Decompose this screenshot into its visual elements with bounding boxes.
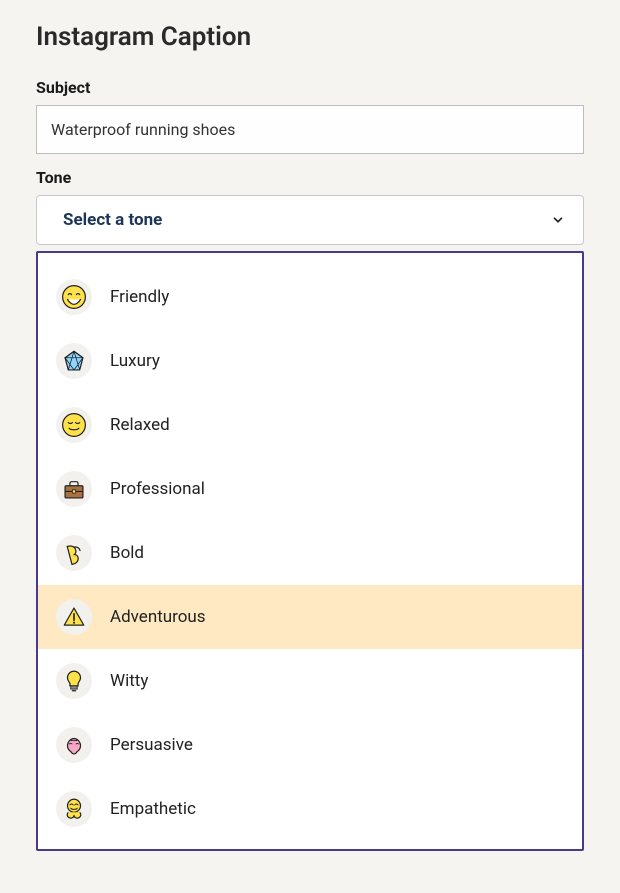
subject-field: Subject	[36, 78, 584, 154]
tone-option-label: Relaxed	[110, 415, 170, 435]
relaxed-icon	[56, 407, 92, 443]
tone-dropdown-panel: Friendly Luxury Relaxed Professional Bold Adv…	[36, 251, 584, 851]
tone-option-professional[interactable]: Professional	[38, 457, 582, 521]
bold-icon	[56, 535, 92, 571]
tone-option-friendly[interactable]: Friendly	[38, 265, 582, 329]
tone-option-luxury[interactable]: Luxury	[38, 329, 582, 393]
tone-option-persuasive[interactable]: Persuasive	[38, 713, 582, 777]
tone-select-trigger[interactable]: Select a tone	[36, 195, 584, 245]
tone-option-label: Persuasive	[110, 735, 193, 755]
tone-label: Tone	[36, 168, 584, 187]
page-title: Instagram Caption	[36, 22, 584, 52]
tone-option-label: Witty	[110, 671, 148, 691]
tone-field: Tone Select a tone Friendly Luxury Relaxed…	[36, 168, 584, 851]
tone-option-adventurous[interactable]: Adventurous	[38, 585, 582, 649]
tone-option-label: Professional	[110, 479, 205, 499]
professional-icon	[56, 471, 92, 507]
witty-icon	[56, 663, 92, 699]
friendly-icon	[56, 279, 92, 315]
tone-option-empathetic[interactable]: Empathetic	[38, 777, 582, 841]
tone-option-label: Bold	[110, 543, 144, 563]
tone-option-label: Empathetic	[110, 799, 196, 819]
tone-option-label: Adventurous	[110, 607, 206, 627]
tone-option-bold[interactable]: Bold	[38, 521, 582, 585]
persuasive-icon	[56, 727, 92, 763]
luxury-icon	[56, 343, 92, 379]
empathetic-icon	[56, 791, 92, 827]
subject-label: Subject	[36, 78, 584, 97]
tone-option-label: Luxury	[110, 351, 160, 371]
tone-placeholder: Select a tone	[63, 210, 162, 230]
subject-input[interactable]	[36, 105, 584, 154]
tone-option-label: Friendly	[110, 287, 169, 307]
tone-option-relaxed[interactable]: Relaxed	[38, 393, 582, 457]
tone-option-witty[interactable]: Witty	[38, 649, 582, 713]
chevron-down-icon	[551, 213, 565, 227]
adventurous-icon	[56, 599, 92, 635]
